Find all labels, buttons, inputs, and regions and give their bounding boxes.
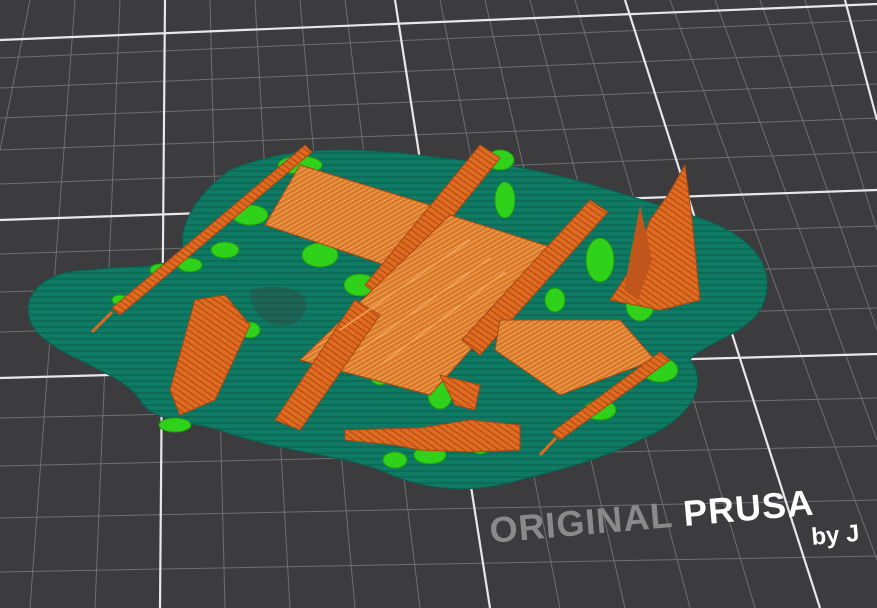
bed-logo-by: by J: [810, 519, 861, 551]
3d-preview-viewport[interactable]: ORIGINAL PRUSA by J: [0, 0, 877, 608]
